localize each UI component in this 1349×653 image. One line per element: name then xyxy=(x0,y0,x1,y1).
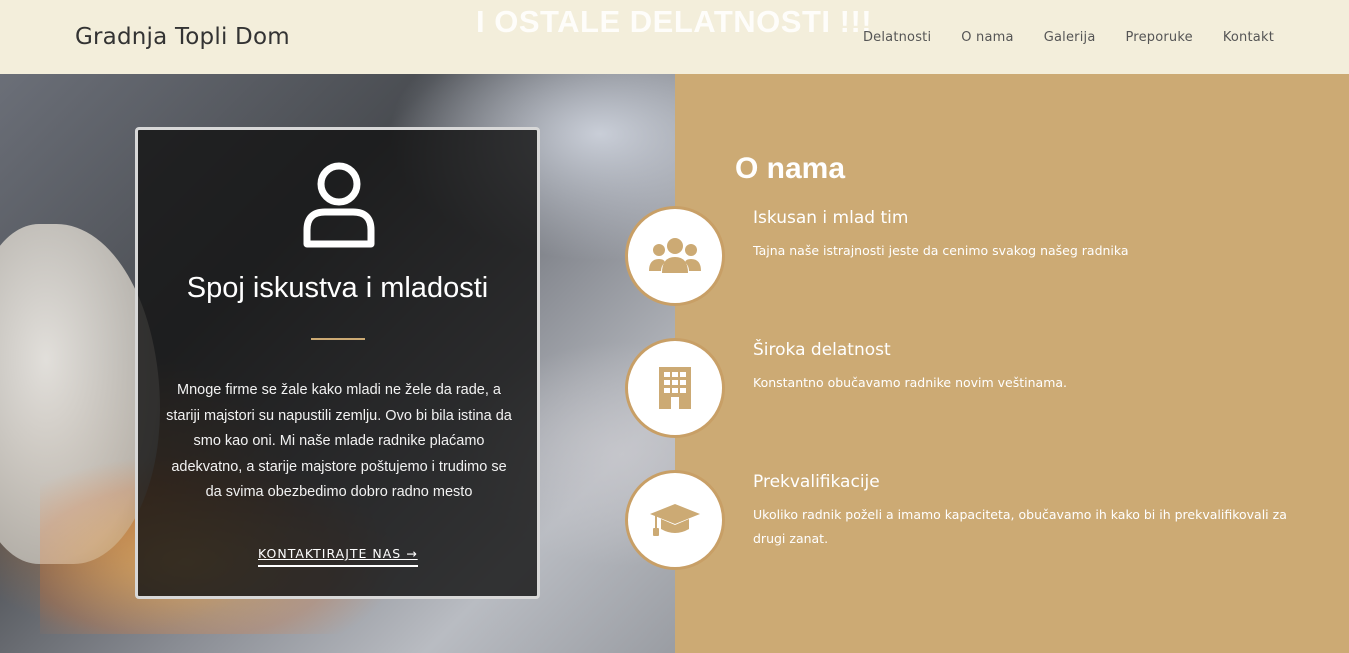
main-nav: Delatnosti O nama Galerija Preporuke Kon… xyxy=(833,30,1274,45)
feature-title: Široka delatnost xyxy=(753,340,891,360)
page: I OSTALE DELATNOSTI !!! Gradnja Topli Do… xyxy=(0,0,1349,653)
feature-icon-circle xyxy=(625,206,725,306)
about-section: O nama Iskusan i mlad tim Tajna naše ist… xyxy=(625,74,1349,653)
feature-description: Tajna naše istrajnosti jeste da cenimo s… xyxy=(753,243,1129,258)
feature-description: Konstantno obučavamo radnike novim vešti… xyxy=(753,375,1068,390)
hero-background-image: Spoj iskustva i mladosti Mnoge firme se … xyxy=(0,74,675,653)
nav-o-nama[interactable]: O nama xyxy=(961,30,1013,45)
nav-delatnosti[interactable]: Delatnosti xyxy=(863,30,931,45)
graduation-cap-icon xyxy=(650,504,700,536)
feature-item: Široka delatnost Konstantno obučavamo ra… xyxy=(625,338,1325,438)
building-icon xyxy=(659,367,691,409)
about-title: O nama xyxy=(735,152,846,185)
hero-card: Spoj iskustva i mladosti Mnoge firme se … xyxy=(135,127,540,599)
ghost-banner-text: I OSTALE DELATNOSTI !!! xyxy=(476,4,873,39)
nav-preporuke[interactable]: Preporuke xyxy=(1126,30,1193,45)
feature-icon-circle xyxy=(625,470,725,570)
hero-title: Spoj iskustva i mladosti xyxy=(186,272,489,304)
site-brand[interactable]: Gradnja Topli Dom xyxy=(75,24,290,50)
hero-text: Mnoge firme se žale kako mladi ne žele d… xyxy=(166,382,512,500)
feature-icon-circle xyxy=(625,338,725,438)
site-header: I OSTALE DELATNOSTI !!! Gradnja Topli Do… xyxy=(0,0,1349,74)
feature-item: Prekvalifikacije Ukoliko radnik poželi a… xyxy=(625,470,1325,570)
feature-title: Iskusan i mlad tim xyxy=(753,208,909,228)
feature-title: Prekvalifikacije xyxy=(753,472,880,492)
feature-item: Iskusan i mlad tim Tajna naše istrajnost… xyxy=(625,206,1325,306)
team-icon xyxy=(649,238,701,273)
user-icon xyxy=(303,162,375,248)
nav-galerija[interactable]: Galerija xyxy=(1044,30,1096,45)
hero-divider xyxy=(311,338,365,340)
nav-kontakt[interactable]: Kontakt xyxy=(1223,30,1274,45)
contact-us-link[interactable]: KONTAKTIRAJTE NAS → xyxy=(258,546,418,567)
feature-description: Ukoliko radnik poželi a imamo kapaciteta… xyxy=(753,507,1287,546)
